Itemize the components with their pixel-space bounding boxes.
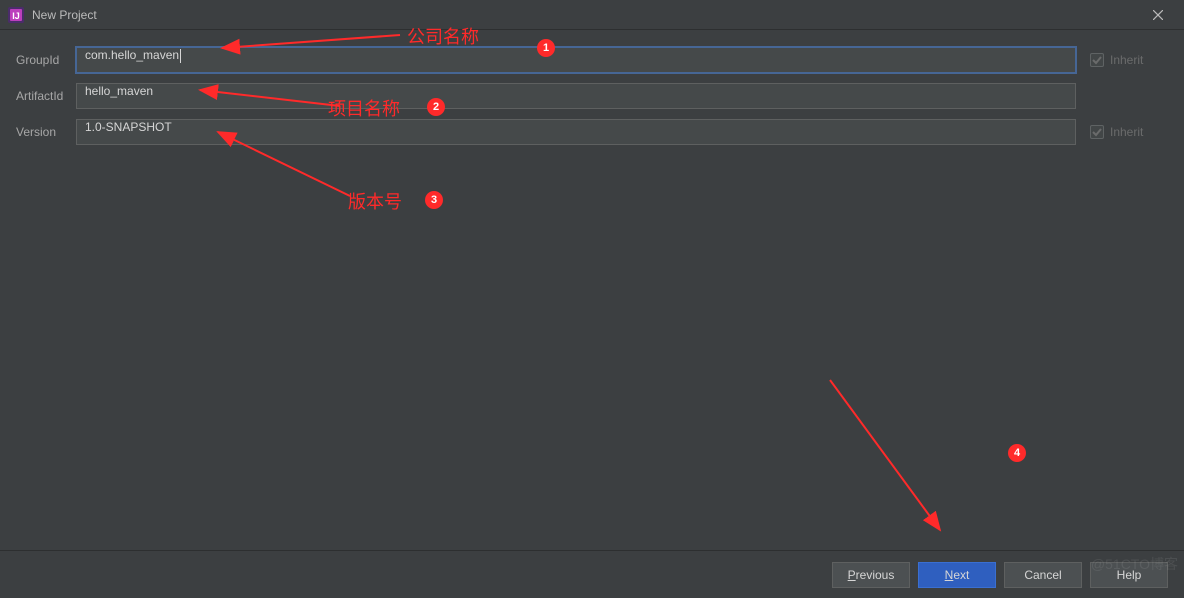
inherit-label: Inherit: [1110, 125, 1143, 139]
inherit-label: Inherit: [1110, 53, 1143, 67]
input-version-value: 1.0-SNAPSHOT: [85, 120, 172, 134]
annotation-badge-3: 3: [425, 191, 443, 209]
previous-button[interactable]: Previous: [832, 562, 910, 588]
cancel-button[interactable]: Cancel: [1004, 562, 1082, 588]
form-content: GroupId com.hello_maven Inherit Artifact…: [0, 30, 1184, 150]
inherit-groupid[interactable]: Inherit: [1090, 53, 1168, 67]
annotation-text-3: 版本号: [348, 188, 402, 214]
help-button[interactable]: Help: [1090, 562, 1168, 588]
new-project-dialog: IJ New Project GroupId com.hello_maven I…: [0, 0, 1184, 598]
dialog-footer: Previous Next Cancel Help: [0, 550, 1184, 598]
input-version[interactable]: 1.0-SNAPSHOT: [76, 119, 1076, 145]
input-groupid[interactable]: com.hello_maven: [76, 47, 1076, 73]
app-icon: IJ: [8, 7, 24, 23]
label-version: Version: [16, 125, 76, 139]
titlebar: IJ New Project: [0, 0, 1184, 30]
row-version: Version 1.0-SNAPSHOT Inherit: [16, 114, 1168, 150]
annotation-badge-4: 4: [1008, 444, 1026, 462]
inherit-version[interactable]: Inherit: [1090, 125, 1168, 139]
close-icon[interactable]: [1140, 1, 1176, 29]
dialog-title: New Project: [32, 8, 97, 22]
input-groupid-value: com.hello_maven: [85, 48, 179, 62]
row-groupid: GroupId com.hello_maven Inherit: [16, 42, 1168, 78]
row-artifactid: ArtifactId hello_maven: [16, 78, 1168, 114]
checkbox-icon: [1090, 125, 1104, 139]
svg-text:IJ: IJ: [12, 11, 20, 21]
label-groupid: GroupId: [16, 53, 76, 67]
input-artifactid-value: hello_maven: [85, 84, 153, 98]
text-caret: [180, 49, 181, 63]
checkbox-icon: [1090, 53, 1104, 67]
input-artifactid[interactable]: hello_maven: [76, 83, 1076, 109]
next-button[interactable]: Next: [918, 562, 996, 588]
label-artifactid: ArtifactId: [16, 89, 76, 103]
